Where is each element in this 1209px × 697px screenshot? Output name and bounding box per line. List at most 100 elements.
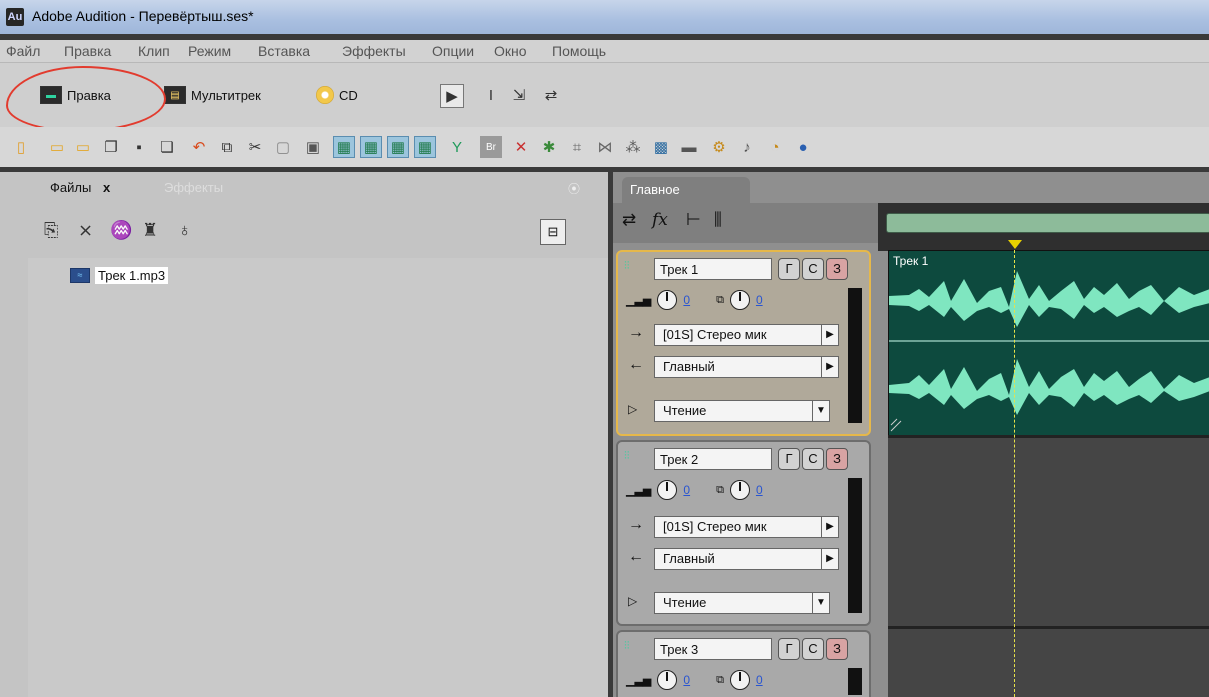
automation-select[interactable]: Чтение ▼ [654,400,830,422]
menu-clip[interactable]: Клип [138,43,170,59]
track-c-button[interactable]: С [802,258,824,280]
open-append-icon[interactable]: ▭ [72,136,94,158]
track-name-field[interactable]: Трек 1 [654,258,772,280]
save-all-icon[interactable]: ❏ [156,136,178,158]
cut-icon[interactable]: ✂ [244,136,266,158]
new-file-icon[interactable]: ❐ [100,136,122,158]
undo-icon[interactable]: ↶ [188,136,210,158]
hybrid-tool-icon[interactable]: ⇲ [508,84,530,106]
inputs-outputs-icon[interactable]: ⇄ [622,210,636,230]
empty-track-area[interactable] [888,435,1209,697]
close-file-icon[interactable]: ⨯ [78,220,93,241]
menu-effects[interactable]: Эффекты [342,43,406,59]
speaker-icon[interactable]: ♪ [736,136,758,158]
track-z-button[interactable]: З [826,638,848,660]
track-g-button[interactable]: Г [778,638,800,660]
pan-value[interactable]: 0 [756,673,763,687]
input-select[interactable]: [01S] Стерео мик ▶ [654,324,839,346]
add-envelope-icon[interactable]: Y [446,136,468,158]
track-controls-1[interactable]: ⫶⫶ Трек 1 Г С З ▁▃▅ 0 ⧉ 0 → [01S] Стерео… [616,250,871,436]
copy-icon[interactable]: ⧉ [216,136,238,158]
paste-icon[interactable]: ▢ [272,136,294,158]
tab-main[interactable]: Главное [622,177,750,203]
crossfade-icon[interactable]: ⋈ [594,136,616,158]
filter-view-icon[interactable]: ⊟ [540,219,566,245]
pan-knob[interactable] [729,480,750,500]
panel-menu-icon[interactable]: ⦿ [568,180,590,196]
menu-options[interactable]: Опции [432,43,474,59]
loop-clip-icon[interactable]: ▬ [678,136,700,158]
save-icon[interactable]: ▪ [128,136,150,158]
volume-value[interactable]: 0 [683,293,690,307]
insert-multitrack-icon[interactable]: ♒ [110,220,132,241]
scrub-tool-icon[interactable]: ⇄ [540,84,562,106]
pan-knob[interactable] [729,670,750,690]
adjust-boundaries-icon[interactable]: ⚙ [708,136,730,158]
tab-files-close-icon[interactable]: x [103,180,110,195]
list-item[interactable]: ≈ Трек 1.mp3 [70,267,169,284]
effects-fx-icon[interactable]: fx [652,210,668,230]
track-controls-2[interactable]: ⫶⫶ Трек 2 Г С З ▁▃▅ 0 ⧉ 0 → [01S] Стерео… [616,440,871,626]
automation-select[interactable]: Чтение ▼ [654,592,830,614]
input-value: [01S] Стерео мик [663,327,767,342]
bridge-icon[interactable]: Br [480,136,502,158]
open-folder-icon[interactable]: ▭ [46,136,68,158]
pan-value[interactable]: 0 [756,483,763,497]
track-controls-3[interactable]: ⫶⫶ Трек 3 Г С З ▁▃▅ 0 ⧉ 0 [616,630,871,697]
track-c-button[interactable]: С [802,638,824,660]
playhead-marker-icon[interactable] [1008,240,1022,249]
import-file-icon[interactable]: ⎘ [44,220,58,241]
pan-value[interactable]: 0 [756,293,763,307]
help-icon[interactable]: ● [792,136,814,158]
zoom-navigator-bar[interactable] [886,213,1209,233]
menu-window[interactable]: Окно [494,43,527,59]
record-settings-icon[interactable]: ◔ [764,136,786,158]
show-clip-envelope-icon[interactable]: ▦ [414,136,436,158]
group-clips-icon[interactable]: ⁂ [622,136,644,158]
output-select[interactable]: Главный ▶ [654,356,839,378]
play-file-icon[interactable]: ♁ [178,220,192,241]
expand-triangle-icon[interactable]: ▷ [628,594,637,608]
input-select[interactable]: [01S] Стерео мик ▶ [654,516,839,538]
volume-knob[interactable] [657,480,678,500]
mix-paste-icon[interactable]: ▣ [302,136,324,158]
sends-icon[interactable]: ⊢ [686,210,701,230]
track-g-button[interactable]: Г [778,448,800,470]
volume-knob[interactable] [657,670,678,690]
menu-file[interactable]: Файл [6,43,40,59]
tab-effects[interactable]: Эффекты [150,175,237,201]
tab-files[interactable]: Файлы x [36,175,125,201]
mute-clip-icon[interactable]: ✕ [510,136,532,158]
track-z-button[interactable]: З [826,258,848,280]
volume-value[interactable]: 0 [683,673,690,687]
menu-edit[interactable]: Правка [64,43,111,59]
show-pan-icon[interactable]: ▦ [333,136,355,158]
split-clip-icon[interactable]: ✱ [538,136,560,158]
volume-value[interactable]: 0 [683,483,690,497]
menu-mode[interactable]: Режим [188,43,231,59]
track-name-field[interactable]: Трек 3 [654,638,772,660]
eq-icon[interactable]: ⫼ [714,210,722,230]
output-select[interactable]: Главный ▶ [654,548,839,570]
audio-clip[interactable] [888,250,1209,436]
show-envelope-icon[interactable]: ▦ [387,136,409,158]
cd-view-button[interactable]: CD [316,82,358,108]
pan-knob[interactable] [729,290,750,310]
new-session-icon[interactable]: ▯ [10,136,32,158]
menu-insert[interactable]: Вставка [258,43,310,59]
show-volume-icon[interactable]: ▦ [360,136,382,158]
move-tool-icon[interactable]: ▶ [440,84,464,108]
volume-knob[interactable] [657,290,678,310]
trim-icon[interactable]: ⌗ [566,136,588,158]
track-z-button[interactable]: З [826,448,848,470]
track-c-button[interactable]: С [802,448,824,470]
time-selection-tool-icon[interactable]: I [480,84,502,106]
track-name-field[interactable]: Трек 2 [654,448,772,470]
level-meter [848,668,862,695]
lock-time-icon[interactable]: ▩ [650,136,672,158]
track-g-button[interactable]: Г [778,258,800,280]
menu-help[interactable]: Помощь [552,43,606,59]
expand-triangle-icon[interactable]: ▷ [628,402,637,416]
multitrack-view-button[interactable]: ▤ Мультитрек [164,82,261,108]
insert-cd-icon[interactable]: ♜ [142,220,158,241]
